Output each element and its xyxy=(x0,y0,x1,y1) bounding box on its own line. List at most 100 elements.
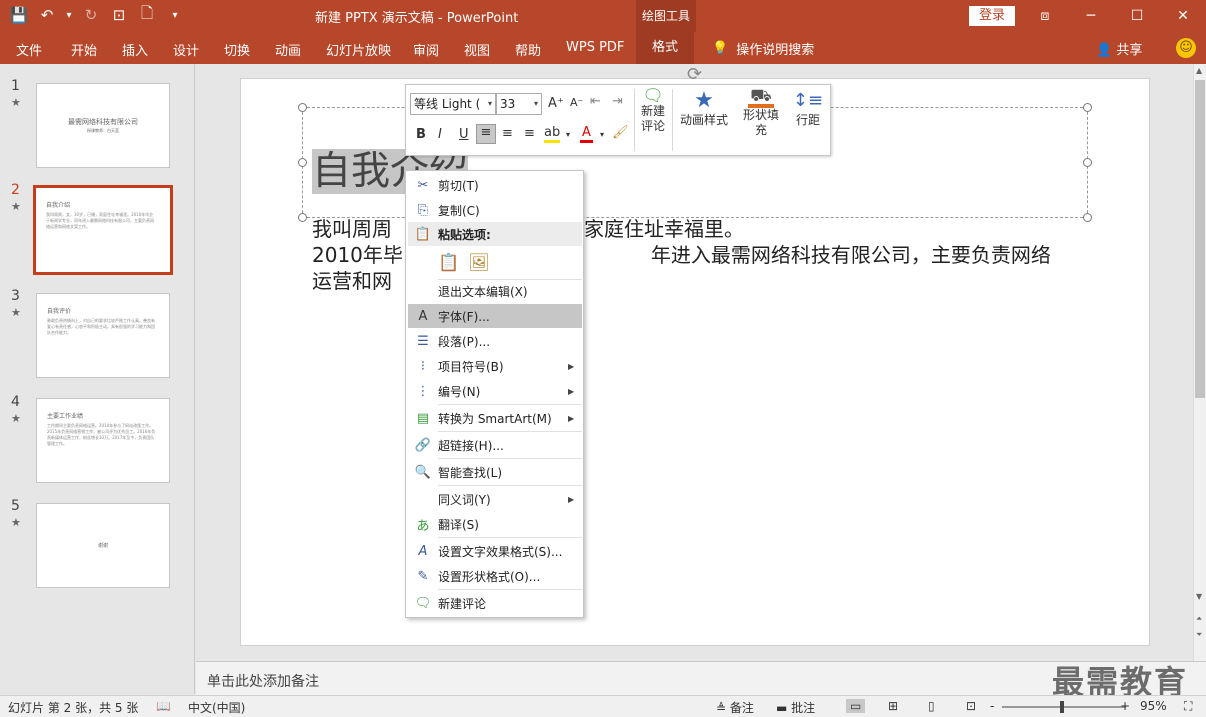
undo-icon[interactable]: ↶ xyxy=(36,4,58,26)
tab-format[interactable]: 格式 xyxy=(636,32,695,64)
slide-sorter-icon[interactable]: ⊞ xyxy=(888,699,898,713)
bold-button[interactable]: B xyxy=(416,127,426,142)
menu-item-copy[interactable]: ⎘ 复制(C) xyxy=(408,198,582,222)
normal-view-icon[interactable]: ▭ xyxy=(846,699,866,713)
close-button[interactable]: ✕ xyxy=(1160,0,1206,32)
scroll-up-icon[interactable]: ▲ xyxy=(1196,66,1202,75)
zoom-slider-knob[interactable] xyxy=(1060,701,1064,713)
slide-thumbnail-3[interactable]: 自我评价 勇敢负责热情向上，对自己的要求比较严格工作认真。善良有爱心有责任感，心… xyxy=(36,293,170,378)
reading-view-icon[interactable]: ▯ xyxy=(928,699,935,713)
slideshow-icon[interactable]: ⊡ xyxy=(108,4,130,26)
next-slide-icon[interactable]: ⏷ xyxy=(1196,630,1202,640)
tab-design[interactable]: 设计 xyxy=(173,40,199,59)
resize-handle[interactable] xyxy=(298,158,307,167)
resize-handle[interactable] xyxy=(298,103,307,112)
slide-thumbnail-4[interactable]: 主要工作业绩 工作期间主要负责网络运营。2014年参与了网站改版工作。2015年… xyxy=(36,398,170,483)
underline-button[interactable]: U xyxy=(459,127,469,142)
tab-view[interactable]: 视图 xyxy=(464,40,490,59)
rotate-handle-icon[interactable]: ⟳ xyxy=(687,64,702,85)
grow-font-icon[interactable]: A⁺ xyxy=(548,96,564,111)
share-button[interactable]: 👤 共享 xyxy=(1096,39,1142,58)
language-indicator[interactable]: 中文(中国) xyxy=(188,699,245,716)
shape-fill-button[interactable]: ⛟ 形状填 充 xyxy=(740,88,782,138)
slideshow-view-icon[interactable]: ⊡ xyxy=(966,699,976,713)
vertical-scrollbar[interactable]: ▲ ▼ ⏶ ⏷ xyxy=(1193,64,1206,661)
animation-styles-button[interactable]: ★ 动画样式 xyxy=(677,89,731,128)
menu-item-bullets[interactable]: ⁝ 项目符号(B) ▶ xyxy=(408,354,582,378)
notes-toggle[interactable]: ≜ 备注 xyxy=(716,699,754,716)
feedback-smiley-icon[interactable]: ☺ xyxy=(1176,38,1196,58)
maximize-button[interactable]: ☐ xyxy=(1114,0,1160,32)
previous-slide-icon[interactable]: ⏶ xyxy=(1196,614,1202,624)
scrollbar-thumb[interactable] xyxy=(1195,80,1205,398)
menu-item-numbering[interactable]: ⋮ 编号(N) ▶ xyxy=(408,379,582,403)
paste-keep-source-icon[interactable]: 📋 xyxy=(438,251,460,275)
tell-me-search[interactable]: 💡 操作说明搜索 xyxy=(712,39,814,58)
increase-indent-icon[interactable]: ⇥ xyxy=(612,94,623,109)
zoom-out-button[interactable]: - xyxy=(990,699,994,713)
save-icon[interactable]: 💾 xyxy=(8,4,30,26)
decrease-indent-icon[interactable]: ⇤ xyxy=(590,94,601,109)
paste-picture-icon[interactable]: 🖼 xyxy=(468,251,490,275)
new-file-icon[interactable]: 🗋 xyxy=(136,4,158,26)
spell-check-icon[interactable]: 📖 xyxy=(156,699,171,713)
menu-item-smartart[interactable]: ▤ 转换为 SmartArt(M) ▶ xyxy=(408,406,582,430)
menu-item-exit-text-edit[interactable]: 退出文本编辑(X) xyxy=(408,279,582,303)
undo-menu-icon[interactable]: ▾ xyxy=(64,4,74,26)
resize-handle[interactable] xyxy=(1083,158,1092,167)
customize-qat-icon[interactable]: ▾ xyxy=(164,4,186,26)
redo-icon[interactable]: ↻ xyxy=(80,4,102,26)
resize-handle[interactable] xyxy=(1083,103,1092,112)
chevron-down-icon[interactable]: ▾ xyxy=(534,94,538,114)
tab-help[interactable]: 帮助 xyxy=(515,40,541,59)
slide-thumbnail-2[interactable]: 自我介绍 我叫周周，女，30岁，已婚，家庭住址幸福里。2010年毕业于新闻学专业… xyxy=(33,185,173,275)
menu-item-paragraph[interactable]: ☰ 段落(P)... xyxy=(408,329,582,353)
tab-home[interactable]: 开始 xyxy=(71,40,97,59)
highlight-color-icon[interactable]: ab xyxy=(544,125,561,143)
tab-animations[interactable]: 动画 xyxy=(275,40,301,59)
zoom-slider[interactable] xyxy=(1002,706,1126,708)
line-spacing-button[interactable]: ↕≡ 行距 xyxy=(790,89,826,128)
shrink-font-icon[interactable]: A⁻ xyxy=(570,96,583,109)
tab-wps-pdf[interactable]: WPS PDF xyxy=(566,40,624,55)
chevron-down-icon[interactable]: ▾ xyxy=(600,130,604,139)
tab-review[interactable]: 审阅 xyxy=(413,40,439,59)
align-left-icon[interactable]: ≡ xyxy=(476,124,496,144)
tab-insert[interactable]: 插入 xyxy=(122,40,148,59)
menu-item-smart-lookup[interactable]: 🔍 智能查找(L) xyxy=(408,460,582,484)
fit-to-window-icon[interactable]: ⛶ xyxy=(1184,699,1192,714)
ribbon-display-icon[interactable]: ⧈ xyxy=(1022,0,1068,32)
format-painter-icon[interactable]: 🖌 xyxy=(612,125,629,140)
slide-count: 幻灯片 第 2 张，共 5 张 xyxy=(8,701,139,715)
tab-slideshow[interactable]: 幻灯片放映 xyxy=(326,40,391,59)
menu-item-cut[interactable]: ✂ 剪切(T) xyxy=(408,173,582,197)
font-size-box[interactable]: 33 ▾ xyxy=(496,93,542,115)
italic-button[interactable]: I xyxy=(438,127,442,142)
font-name-box[interactable]: 等线 Light (▾ xyxy=(410,93,496,115)
chevron-down-icon[interactable]: ▾ xyxy=(488,94,492,114)
tab-transitions[interactable]: 切换 xyxy=(224,40,250,59)
chevron-down-icon[interactable]: ▾ xyxy=(566,130,570,139)
align-right-icon[interactable]: ≡ xyxy=(524,126,535,141)
align-center-icon[interactable]: ≡ xyxy=(502,126,513,141)
slide-thumbnail-5[interactable]: 谢谢 xyxy=(36,503,170,588)
login-button[interactable]: 登录 xyxy=(969,6,1015,26)
menu-item-text-effects[interactable]: A 设置文字效果格式(S)... xyxy=(408,539,582,563)
zoom-in-button[interactable]: + xyxy=(1120,699,1130,713)
tab-file[interactable]: 文件 xyxy=(16,40,42,59)
menu-item-translate[interactable]: あ翻译(S) xyxy=(408,512,582,536)
scroll-down-icon[interactable]: ▼ xyxy=(1196,592,1202,601)
resize-handle[interactable] xyxy=(1083,213,1092,222)
minimize-button[interactable]: ─ xyxy=(1068,0,1114,32)
resize-handle[interactable] xyxy=(298,213,307,222)
menu-item-font[interactable]: A 字体(F)... xyxy=(408,304,582,328)
menu-item-hyperlink[interactable]: 🔗 超链接(H)... xyxy=(408,433,582,457)
menu-item-new-comment[interactable]: 🗨 新建评论 xyxy=(408,591,582,615)
comments-toggle[interactable]: ▬ 批注 xyxy=(776,699,815,716)
zoom-level[interactable]: 95% xyxy=(1140,699,1167,713)
new-comment-button[interactable]: 🗨 新建 评论 xyxy=(636,88,670,134)
font-color-icon[interactable]: A xyxy=(580,125,593,143)
menu-item-shape-format[interactable]: ✎ 设置形状格式(O)... xyxy=(408,564,582,588)
slide-thumbnail-1[interactable]: 最需网络科技有限公司 授课教师：白天蓝 xyxy=(36,83,170,168)
menu-item-synonyms[interactable]: 同义词(Y) ▶ xyxy=(408,487,582,511)
